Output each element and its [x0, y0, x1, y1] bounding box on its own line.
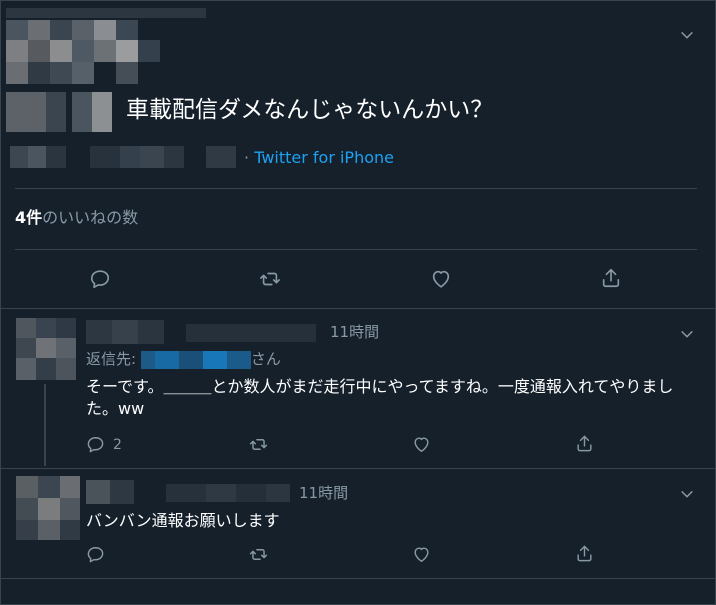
retweet-icon [249, 549, 268, 560]
likes-count[interactable]: 4件のいいねの数 [15, 207, 138, 229]
timestamp-blurred[interactable] [10, 146, 236, 168]
divider [0, 468, 716, 469]
reply-avatar-blurred[interactable] [16, 476, 80, 540]
divider [15, 188, 697, 189]
chevron-down-icon[interactable] [679, 486, 695, 502]
share-button[interactable] [575, 434, 594, 453]
chevron-down-icon[interactable] [679, 27, 695, 43]
reply-to-handle-blurred[interactable] [140, 350, 251, 369]
reply-button[interactable]: 2 [86, 435, 122, 454]
like-icon [432, 270, 450, 288]
reply-to-line: 返信先: さん [86, 349, 281, 369]
share-button[interactable] [600, 267, 622, 289]
retweet-button[interactable] [249, 435, 268, 454]
reply-to-prefix: 返信先: [86, 350, 137, 368]
reply-text: バンバン通報お願いします [86, 511, 280, 530]
meta-separator: · [244, 148, 250, 167]
tweet-meta: · Twitter for iPhone [244, 148, 394, 168]
like-button[interactable] [412, 545, 431, 564]
reply-count: 2 [113, 436, 122, 453]
reply-button[interactable] [89, 268, 111, 290]
share-button[interactable] [575, 544, 594, 563]
reply-author-blurred[interactable] [86, 480, 290, 504]
reply-text: そーです。＿＿＿とか数人がまだ走行中にやってますね。一度通報入れてやりました。w… [86, 377, 674, 418]
retweet-icon [249, 439, 268, 450]
like-icon [414, 547, 429, 562]
likes-count-value: 4件 [15, 208, 43, 227]
share-icon [577, 545, 592, 562]
retweet-icon [260, 272, 280, 286]
likes-count-label: のいいねの数 [42, 208, 139, 227]
like-button[interactable] [412, 435, 431, 454]
reply-icon [87, 437, 104, 453]
retweet-button[interactable] [259, 268, 281, 290]
divider [15, 249, 697, 250]
reply-button[interactable] [86, 545, 105, 564]
share-icon [577, 435, 592, 452]
chevron-down-icon[interactable] [679, 326, 695, 342]
reply-author-blurred[interactable] [86, 320, 326, 344]
reply-icon [90, 270, 110, 289]
like-icon [414, 437, 429, 452]
tweet-source-link[interactable]: Twitter for iPhone [254, 148, 394, 167]
reply-to-suffix: さん [250, 350, 281, 368]
reply-icon [87, 547, 104, 563]
like-button[interactable] [430, 268, 452, 290]
tweet-text: 車載配信ダメなんじゃないんかい？ [126, 97, 494, 123]
reply-timestamp[interactable]: 11時間 [299, 483, 348, 503]
reply-avatar-blurred[interactable] [16, 318, 76, 380]
divider [0, 308, 716, 309]
share-icon [602, 268, 620, 288]
reply-timestamp[interactable]: 11時間 [330, 322, 379, 342]
thread-connector [44, 384, 46, 466]
divider [0, 578, 716, 579]
retweet-button[interactable] [249, 545, 268, 564]
